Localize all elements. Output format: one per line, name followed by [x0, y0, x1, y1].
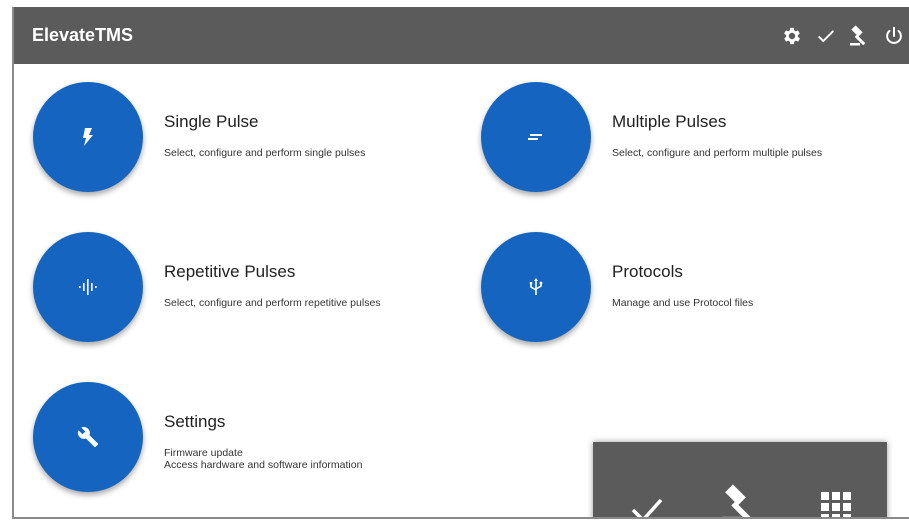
check-icon[interactable] [813, 23, 839, 49]
quick-action-panel [593, 442, 887, 517]
top-bar: ElevateTMS [14, 7, 909, 64]
usb-icon [529, 278, 543, 295]
app-title: ElevateTMS [32, 25, 134, 45]
menu-item-title: Multiple Pulses [612, 112, 727, 131]
menu-item-protocols[interactable]: Protocols Manage and use Protocol files [462, 219, 892, 349]
check-icon[interactable] [627, 488, 667, 517]
single-pulse-button[interactable] [33, 82, 143, 192]
top-bar-actions [779, 7, 907, 64]
menu-item-description: Select, configure and perform single pul… [164, 147, 366, 159]
menu-item-description: Firmware update [164, 447, 243, 459]
waveform-icon [79, 279, 97, 295]
multiple-pulses-button[interactable] [481, 82, 591, 192]
gavel-icon[interactable] [719, 482, 759, 517]
gavel-icon[interactable] [847, 23, 873, 49]
menu-item-description: Manage and use Protocol files [612, 297, 754, 309]
settings-button[interactable] [33, 382, 143, 492]
app-window: ElevateTMS Single Pulse Select, configur… [12, 7, 909, 519]
menu-item-title: Protocols [612, 262, 683, 281]
repetitive-pulses-button[interactable] [33, 232, 143, 342]
menu-item-single-pulse[interactable]: Single Pulse Select, configure and perfo… [14, 69, 434, 199]
menu-item-settings[interactable]: Settings Firmware update Access hardware… [14, 369, 434, 499]
menu-item-multiple-pulses[interactable]: Multiple Pulses Select, configure and pe… [462, 69, 892, 199]
protocols-button[interactable] [481, 232, 591, 342]
menu-item-title: Repetitive Pulses [164, 262, 296, 281]
bolt-icon [83, 128, 93, 146]
menu-item-description: Access hardware and software information [164, 459, 363, 471]
wrench-icon [77, 427, 99, 448]
power-icon[interactable] [881, 23, 907, 49]
menu-item-title: Single Pulse [164, 112, 259, 131]
gear-icon[interactable] [779, 23, 805, 49]
menu-item-description: Select, configure and perform repetitive… [164, 297, 381, 309]
grid-icon[interactable] [817, 488, 857, 517]
bars-icon [528, 134, 542, 140]
menu-item-description: Select, configure and perform multiple p… [612, 147, 823, 159]
menu-item-repetitive-pulses[interactable]: Repetitive Pulses Select, configure and … [14, 219, 434, 349]
menu-item-title: Settings [164, 412, 226, 431]
